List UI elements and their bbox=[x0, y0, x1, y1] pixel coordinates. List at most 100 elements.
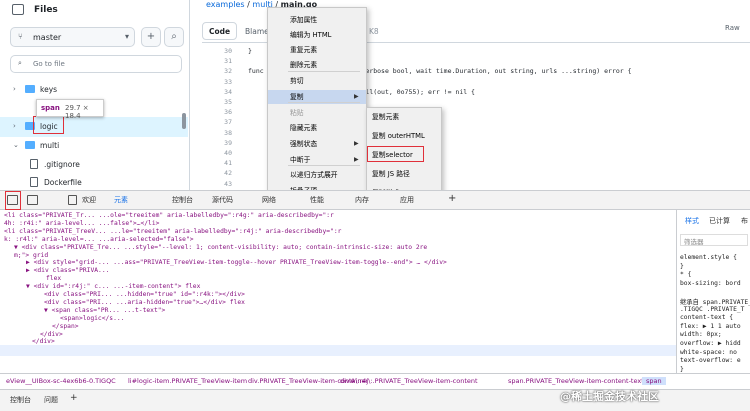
tree-item-logic[interactable]: › logic bbox=[0, 117, 188, 137]
breadcrumb-link-examples[interactable]: examples bbox=[206, 0, 245, 9]
style-rule-line: text-overflow: e bbox=[680, 357, 741, 365]
file-icon bbox=[30, 159, 38, 169]
styles-panel: 样式 已计算 布 筛选器 element.style {} * { box-siz… bbox=[676, 210, 750, 373]
menu-separator bbox=[288, 165, 360, 166]
submenu-item[interactable]: 复制元素 bbox=[367, 110, 441, 124]
dom-node-line[interactable]: flex bbox=[46, 275, 61, 282]
drawer-tab-issues[interactable]: 问题 bbox=[44, 395, 58, 405]
home-icon bbox=[68, 195, 77, 205]
context-menu-item[interactable]: 编辑为 HTML bbox=[268, 28, 366, 42]
dom-node-line[interactable]: <li class="PRIVATE_TreeV... ...le="treei… bbox=[4, 228, 341, 235]
line-number: 34 bbox=[224, 87, 232, 96]
submenu-item[interactable]: 复制 outerHTML bbox=[367, 129, 441, 143]
menu-item-label: 强制状态 bbox=[290, 140, 318, 148]
dom-node-line[interactable]: ▶ <div style="grid-... ...ass="PRIVATE_T… bbox=[26, 259, 447, 266]
line-number: 33 bbox=[224, 77, 232, 86]
tooltip-tag: span bbox=[41, 104, 60, 112]
add-file-button[interactable]: + bbox=[141, 27, 161, 47]
go-to-file-input[interactable]: ⌕ Go to file bbox=[10, 55, 182, 73]
sidebar-toggle-icon[interactable] bbox=[12, 4, 24, 15]
context-menu-item[interactable]: 添加属性 bbox=[268, 13, 366, 27]
tree-item-multi[interactable]: ⌄ multi bbox=[0, 136, 188, 156]
devtools-tab[interactable]: 网络 bbox=[262, 195, 276, 205]
dom-node-line[interactable]: <div class="PRI... ...aria-hidden="true"… bbox=[44, 299, 245, 306]
branch-selector[interactable]: ⑂ master ▾ bbox=[10, 27, 135, 47]
folder-open-icon bbox=[25, 141, 35, 149]
tree-item-gitignore[interactable]: .gitignore bbox=[0, 155, 188, 175]
add-drawer-tab-button[interactable]: + bbox=[70, 393, 78, 403]
styles-filter-input[interactable]: 筛选器 bbox=[680, 234, 748, 246]
add-tab-button[interactable]: + bbox=[448, 193, 456, 204]
dom-node-line[interactable]: ▼ <span class="PR... ...t-text"> bbox=[44, 307, 165, 314]
tree-item-label: Dockerfile bbox=[44, 178, 82, 187]
devtools-tab[interactable]: 性能 bbox=[310, 195, 324, 205]
context-menu-item[interactable]: 以递归方式展开 bbox=[268, 168, 366, 182]
dom-breadcrumb-item[interactable]: div#\:r4j\:.PRIVATE_TreeView-item-conten… bbox=[340, 377, 478, 385]
tab-layout[interactable]: 布 bbox=[741, 216, 748, 226]
dom-breadcrumb-item[interactable]: span.PRIVATE_TreeView-item-content-text bbox=[508, 377, 644, 385]
menu-item-label: 以递归方式展开 bbox=[290, 171, 338, 179]
tree-item-keys[interactable]: › keys bbox=[0, 80, 188, 100]
menu-separator bbox=[288, 71, 360, 72]
context-menu-item[interactable]: 删除元素 bbox=[268, 58, 366, 72]
devtools-tab[interactable]: 应用 bbox=[400, 195, 414, 205]
line-number: 32 bbox=[224, 67, 232, 76]
dom-node-line[interactable]: k: :r4l:" aria-level=... ...aria-selecte… bbox=[4, 236, 194, 243]
selected-node-row[interactable] bbox=[0, 345, 676, 356]
drawer-tab-console[interactable]: 控制台 bbox=[10, 395, 31, 405]
tree-item-label: multi bbox=[40, 141, 60, 150]
chevron-down-icon: ⌄ bbox=[13, 141, 19, 149]
file-icon bbox=[30, 177, 38, 187]
dom-node-line[interactable]: <li class="PRIVATE_Tr... ...ole="treeite… bbox=[4, 212, 334, 219]
line-number: 35 bbox=[224, 98, 232, 106]
menu-separator bbox=[288, 102, 360, 103]
branch-icon: ⑂ bbox=[18, 32, 23, 41]
devtools-tab[interactable]: 内存 bbox=[355, 195, 369, 205]
line-number: 38 bbox=[224, 128, 232, 137]
devtools-tab[interactable]: 欢迎 bbox=[82, 195, 96, 205]
submenu-item[interactable]: 复制 JS 路径 bbox=[367, 167, 441, 181]
chevron-right-icon: › bbox=[13, 85, 16, 93]
style-rule-line: * { bbox=[680, 271, 692, 279]
line-number: 36 bbox=[224, 108, 232, 117]
dom-node-line[interactable]: m;"> grid bbox=[14, 252, 48, 259]
dom-node-line[interactable]: ▼ <div class="PRIVATE_Tre... ...style="-… bbox=[14, 244, 427, 251]
dom-node-line[interactable]: 4h: :r4i:" aria-level... ...false">…</li… bbox=[4, 220, 159, 227]
tab-computed[interactable]: 已计算 bbox=[709, 216, 730, 226]
dom-node-line[interactable]: </div> bbox=[40, 331, 63, 338]
dom-breadcrumb-item[interactable]: eView__UIBox-sc-4ex6b6-0.TIGQC bbox=[6, 377, 116, 385]
dom-node-line[interactable]: <div class="PRI... ...hidden="true" id="… bbox=[44, 291, 245, 298]
dom-node-line[interactable]: ▶ <div class="PRIVA... bbox=[26, 267, 109, 274]
dom-breadcrumb-item[interactable]: li#logic-item.PRIVATE_TreeView-item bbox=[128, 377, 247, 385]
context-menu-item[interactable]: 强制状态 ▶ bbox=[268, 137, 366, 151]
search-button[interactable]: ⌕ bbox=[164, 27, 184, 47]
style-rule-line: flex: ▶ 1 1 auto bbox=[680, 322, 741, 330]
line-number: 39 bbox=[224, 138, 232, 147]
dom-node-line[interactable]: <span>logic</s... bbox=[60, 315, 124, 322]
context-menu-item[interactable]: 隐藏元素 bbox=[268, 121, 366, 135]
dom-breadcrumb-bar: eView__UIBox-sc-4ex6b6-0.TIGQC li#logic-i… bbox=[0, 373, 750, 389]
file-tree-sidebar: Files ⑂ master ▾ + ⌕ ⌕ Go to file › keys… bbox=[0, 0, 190, 190]
line-number: 40 bbox=[224, 149, 232, 157]
context-menu-item[interactable]: 重复元素 bbox=[268, 43, 366, 57]
dom-node-line[interactable]: </span> bbox=[52, 323, 79, 330]
highlight-box bbox=[5, 191, 21, 210]
tab-code[interactable]: Code bbox=[202, 22, 238, 40]
context-menu-item[interactable]: 粘贴 bbox=[268, 106, 366, 120]
chevron-down-icon: ▾ bbox=[124, 32, 129, 41]
raw-button[interactable]: Raw bbox=[725, 24, 740, 32]
devtools-tab[interactable]: 元素 bbox=[114, 195, 128, 205]
devtools-tab[interactable]: 控制台 bbox=[172, 195, 193, 205]
highlight-box bbox=[367, 146, 424, 162]
devtools-tab[interactable]: 源代码 bbox=[212, 195, 233, 205]
tab-styles[interactable]: 样式 bbox=[685, 216, 699, 226]
sidebar-scrollbar[interactable] bbox=[182, 113, 186, 129]
dom-node-line[interactable]: ▼ <div id=":r4j:" c... ...-item-content"… bbox=[26, 283, 200, 290]
dom-breadcrumb-item[interactable]: span bbox=[642, 377, 666, 385]
context-menu-item[interactable]: 剪切 bbox=[268, 74, 366, 88]
style-rule-line: box-sizing: bord bbox=[680, 279, 741, 287]
style-rule-line: } bbox=[680, 365, 684, 373]
style-rule-line: content-text { bbox=[680, 314, 734, 322]
chevron-right-icon: › bbox=[13, 122, 16, 130]
device-toolbar-icon[interactable] bbox=[27, 195, 38, 205]
